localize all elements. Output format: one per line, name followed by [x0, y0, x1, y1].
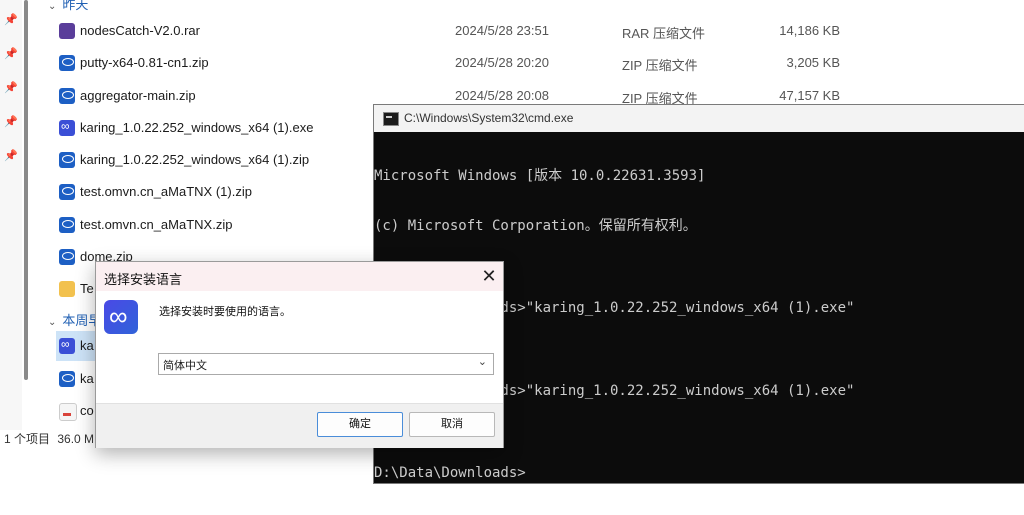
file-date: 2024/5/28 20:20 [455, 55, 549, 70]
zip-icon [59, 249, 75, 265]
pdf-icon [59, 403, 77, 421]
status-bar: 1 个项目 36.0 M [0, 430, 100, 450]
file-name: karing_1.0.22.252_windows_x64 (1).zip [80, 152, 310, 167]
navigation-pane: 📌 📌 📌 📌 📌 [0, 0, 22, 430]
file-name: nodesCatch-V2.0.rar [80, 23, 200, 38]
file-name: aggregator-main.zip [80, 88, 196, 103]
cmd-title-bar[interactable]: C:\Windows\System32\cmd.exe [374, 105, 1024, 132]
pin-icon[interactable]: 📌 [4, 150, 18, 162]
file-size: 3,205 KB [786, 55, 841, 70]
file-type: ZIP 压缩文件 [622, 58, 698, 73]
file-name: test.omvn.cn_aMaTNX (1).zip [80, 184, 252, 199]
dialog-title-bar[interactable]: 选择安装语言 ✕ [96, 262, 503, 291]
language-select-value: 简体中文 [163, 360, 207, 372]
file-name: co [80, 403, 94, 418]
zip-icon [59, 371, 75, 387]
file-size: 47,157 KB [779, 88, 840, 103]
group-header-this-week[interactable]: ⌄ 本周早 [48, 310, 101, 329]
file-row[interactable]: nodesCatch-V2.0.rar 2024/5/28 23:51 RAR … [56, 16, 856, 46]
karing-app-icon [104, 300, 138, 334]
pin-icon[interactable]: 📌 [4, 48, 18, 60]
file-name: putty-x64-0.81-cn1.zip [80, 55, 209, 70]
file-date: 2024/5/28 23:51 [455, 23, 549, 38]
zip-icon [59, 88, 75, 104]
pin-icon[interactable]: 📌 [4, 116, 18, 128]
file-date: 2024/5/28 20:08 [455, 88, 549, 103]
console-prompt: D:\Data\Downloads> [374, 465, 526, 481]
zip-icon [59, 217, 75, 233]
file-size: 14,186 KB [779, 23, 840, 38]
language-select[interactable]: 简体中文 ⌄ [158, 353, 494, 375]
zip-icon [59, 152, 75, 168]
file-type: RAR 压缩文件 [622, 26, 706, 41]
pin-icon[interactable]: 📌 [4, 82, 18, 94]
dialog-prompt: 选择安装时要使用的语言。 [159, 306, 291, 318]
karing-app-icon [59, 119, 75, 136]
group-header-yesterday[interactable]: ⌄ 昨天 [48, 0, 88, 13]
file-name: karing_1.0.22.252_windows_x64 (1).exe [80, 120, 314, 135]
file-name: test.omvn.cn_aMaTNX.zip [80, 217, 233, 232]
console-line: Microsoft Windows [版本 10.0.22631.3593] [374, 168, 706, 184]
file-name: ka [80, 371, 94, 386]
file-name: Te [80, 281, 94, 296]
item-count: 1 个项目 [4, 432, 51, 446]
cmd-title: C:\Windows\System32\cmd.exe [404, 111, 574, 125]
selection-size: 36.0 M [57, 432, 95, 446]
cancel-button[interactable]: 取消 [409, 412, 495, 437]
chevron-down-icon: ⌄ [48, 317, 57, 328]
chevron-down-icon: ⌄ [48, 1, 57, 12]
language-dialog: 选择安装语言 ✕ 选择安装时要使用的语言。 简体中文 ⌄ 确定 取消 [95, 261, 504, 448]
file-name: ka [80, 338, 94, 353]
karing-app-icon [59, 337, 75, 354]
console-line: (c) Microsoft Corporation。保留所有权利。 [374, 217, 697, 234]
dialog-title: 选择安装语言 [104, 272, 183, 287]
file-row[interactable]: putty-x64-0.81-cn1.zip 2024/5/28 20:20 Z… [56, 48, 856, 78]
pin-icon[interactable]: 📌 [4, 14, 18, 26]
chevron-down-icon: ⌄ [477, 356, 487, 368]
zip-icon [59, 184, 75, 200]
rar-icon [59, 23, 75, 39]
dialog-footer: 确定 取消 [96, 403, 503, 448]
folder-icon [59, 281, 75, 297]
zip-icon [59, 55, 75, 71]
terminal-icon [383, 112, 399, 126]
scrollbar-thumb[interactable] [24, 0, 28, 380]
close-icon[interactable]: ✕ [475, 262, 503, 291]
ok-button[interactable]: 确定 [317, 412, 403, 437]
